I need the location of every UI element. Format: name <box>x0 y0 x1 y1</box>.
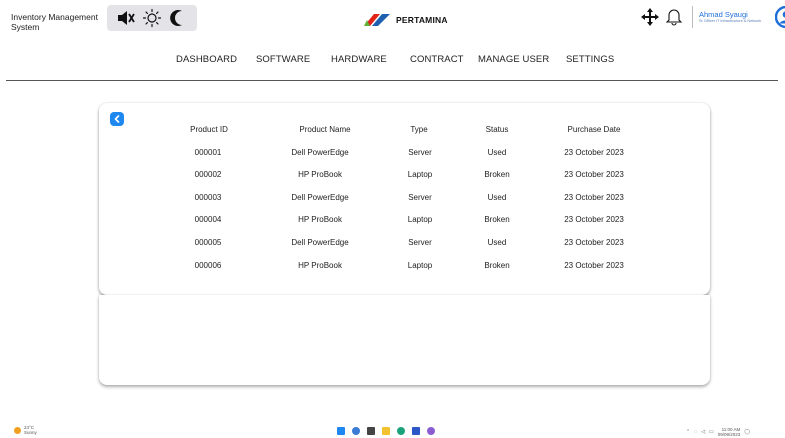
taskbar-apps <box>337 427 435 435</box>
speaker-icon[interactable]: ◁ <box>701 429 705 435</box>
cell-product-id: 000004 <box>194 215 222 224</box>
battery-icon[interactable]: ▭ <box>709 429 714 435</box>
cell-product-id: 000005 <box>194 238 222 247</box>
chevron-up-icon[interactable]: ⌃ <box>686 429 690 435</box>
cell-product-id: 000001 <box>194 148 222 157</box>
cell-purchase-date: 23 October 2023 <box>564 261 624 270</box>
cell-type: Laptop <box>407 261 433 270</box>
column-header-purchase-date: Purchase Date <box>567 125 621 134</box>
logo-text: PERTAMINA <box>396 15 448 25</box>
cell-product-name: Dell PowerEdge <box>291 238 349 247</box>
header-divider <box>692 6 693 28</box>
cell-purchase-date: 23 October 2023 <box>564 215 624 224</box>
column-header-product-name: Product Name <box>299 125 351 134</box>
windows-start-icon[interactable] <box>337 427 345 435</box>
mode-toggle-group <box>107 5 197 31</box>
column-header-product-id: Product ID <box>190 125 228 134</box>
user-info[interactable]: Ahmad Syaugi Sr Officer IT Infrastructur… <box>699 9 771 24</box>
folder-icon[interactable] <box>382 427 390 435</box>
cell-type: Server <box>408 238 432 247</box>
column-header-type: Type <box>410 125 428 134</box>
cell-status: Broken <box>484 170 510 179</box>
cell-status: Used <box>487 238 507 247</box>
cell-type: Server <box>408 148 432 157</box>
moon-icon[interactable] <box>167 7 189 29</box>
wifi-icon[interactable]: ◌ <box>694 429 697 435</box>
column-header-status: Status <box>485 125 509 134</box>
edge-icon[interactable] <box>397 427 405 435</box>
sun-icon[interactable] <box>141 7 163 29</box>
main-nav: DASHBOARD SOFTWARE HARDWARE CONTRACT MAN… <box>0 54 785 66</box>
avatar-icon[interactable] <box>774 5 785 29</box>
terminal-icon[interactable] <box>367 427 375 435</box>
cell-purchase-date: 23 October 2023 <box>564 193 624 202</box>
cell-status: Used <box>487 148 507 157</box>
cell-product-name: HP ProBook <box>298 170 342 179</box>
sun-weather-icon <box>14 427 21 434</box>
header-actions: Ahmad Syaugi Sr Officer IT Infrastructur… <box>640 5 785 29</box>
nav-software[interactable]: SOFTWARE <box>256 54 310 65</box>
cell-product-id: 000003 <box>194 193 222 202</box>
back-button[interactable] <box>110 112 124 126</box>
notification-icon[interactable]: ◯ <box>744 429 750 435</box>
system-tray: ⌃ ◌ ◁ ▭ 11:00 AM 09/09/2023 ◯ <box>686 427 750 437</box>
nav-divider <box>6 80 778 81</box>
browser-icon[interactable] <box>352 427 360 435</box>
cell-status: Used <box>487 193 507 202</box>
cell-status: Broken <box>484 261 510 270</box>
nav-settings[interactable]: SETTINGS <box>566 54 614 65</box>
chevron-left-icon <box>114 115 120 123</box>
cell-product-name: HP ProBook <box>298 215 342 224</box>
app-title: Inventory Management System <box>11 12 98 32</box>
nav-contract[interactable]: CONTRACT <box>410 54 464 65</box>
store-icon[interactable] <box>412 427 420 435</box>
os-taskbar: 24°C Sunny ⌃ ◌ ◁ ▭ 11:00 AM 09/09/2023 ◯ <box>0 425 785 438</box>
nav-hardware[interactable]: HARDWARE <box>331 54 387 65</box>
weather-widget[interactable]: 24°C Sunny <box>14 425 37 435</box>
cell-product-name: Dell PowerEdge <box>291 148 349 157</box>
cell-type: Laptop <box>407 170 433 179</box>
pertamina-logo-mark <box>364 14 390 26</box>
clock-date: 09/09/2023 <box>717 432 741 437</box>
weather-desc: Sunny <box>24 429 37 435</box>
cell-purchase-date: 23 October 2023 <box>564 148 624 157</box>
nav-manage-user[interactable]: MANAGE USER <box>478 54 549 65</box>
clock[interactable]: 11:00 AM 09/09/2023 <box>718 427 741 437</box>
pertamina-logo: PERTAMINA <box>362 14 448 26</box>
cell-purchase-date: 23 October 2023 <box>564 170 624 179</box>
cell-type: Laptop <box>407 215 433 224</box>
user-role: Sr Officer IT Infrastructure & Network <box>699 19 762 23</box>
user-name: Ahmad Syaugi <box>699 9 748 19</box>
app-icon[interactable] <box>427 427 435 435</box>
cell-product-name: HP ProBook <box>298 261 342 270</box>
move-icon[interactable] <box>640 7 660 27</box>
cell-product-name: Dell PowerEdge <box>291 193 349 202</box>
detail-card <box>99 295 710 385</box>
mute-icon[interactable] <box>115 7 137 29</box>
bell-icon[interactable] <box>664 7 684 27</box>
nav-dashboard[interactable]: DASHBOARD <box>176 54 237 65</box>
cell-product-id: 000006 <box>194 261 222 270</box>
cell-product-id: 000002 <box>194 170 222 179</box>
cell-type: Server <box>408 193 432 202</box>
cell-purchase-date: 23 October 2023 <box>564 238 624 247</box>
cell-status: Broken <box>484 215 510 224</box>
